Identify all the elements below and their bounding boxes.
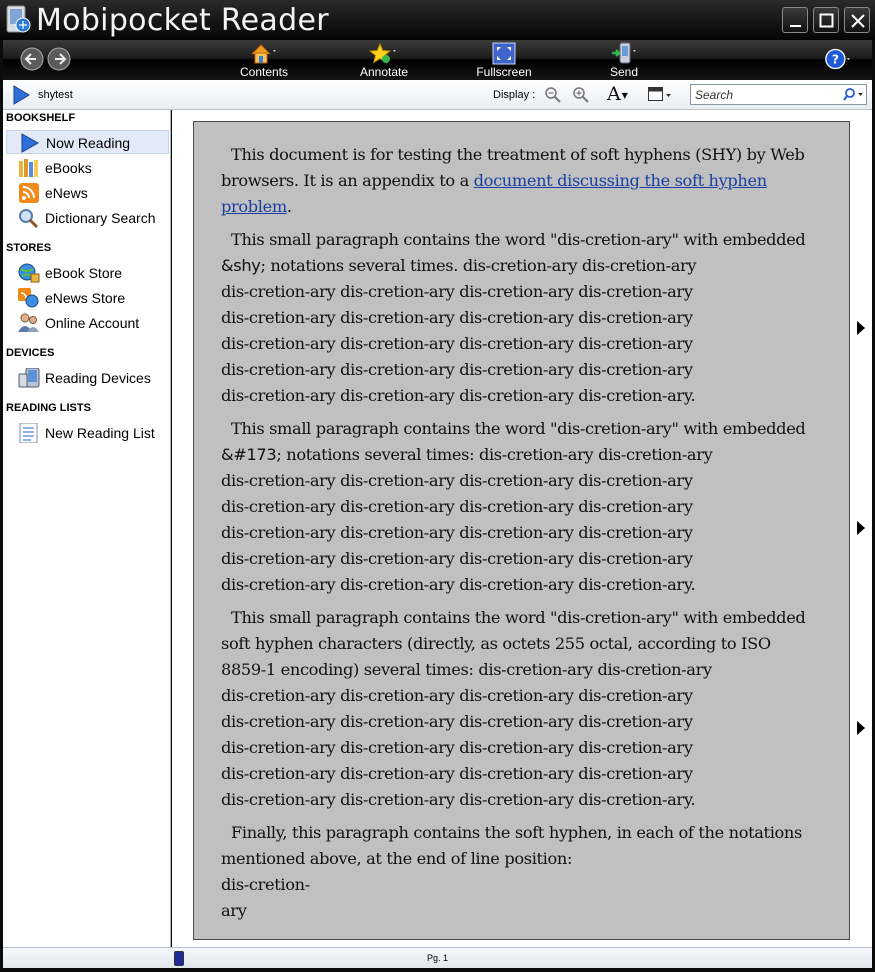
title-bar: Mobipocket Reader: [0, 0, 875, 40]
minimize-button[interactable]: [782, 7, 808, 33]
minimize-icon: [790, 25, 801, 27]
mobipocket-logo-icon: [6, 5, 31, 33]
close-icon: [851, 14, 865, 28]
chevron-down-icon: ▼: [621, 90, 628, 100]
search-icon[interactable]: [843, 87, 865, 103]
search-input[interactable]: [691, 85, 841, 104]
sidebar-item-ebook-store[interactable]: eBook Store: [17, 261, 168, 285]
fullscreen-button[interactable]: Fullscreen: [459, 40, 549, 80]
send-to-device-icon: [612, 42, 636, 64]
send-button[interactable]: Send: [579, 40, 669, 80]
books-icon: [19, 159, 38, 177]
paragraph-numeric-entity: This small paragraph contains the word "…: [221, 419, 806, 594]
close-button[interactable]: [844, 7, 870, 33]
section-devices: DEVICES: [6, 347, 55, 359]
play-icon: [21, 133, 40, 153]
magnifier-icon: [19, 209, 39, 228]
maximize-icon: [819, 13, 834, 28]
paragraph-shy-entity: This small paragraph contains the word "…: [221, 230, 806, 405]
document-bar: shytest Display : A▼: [3, 80, 872, 110]
search-box: [690, 84, 867, 105]
annotate-button[interactable]: Annotate: [339, 40, 429, 80]
page-content: This document is for testing the treatme…: [221, 142, 831, 931]
rss-icon: [19, 183, 39, 203]
section-stores: STORES: [6, 242, 52, 254]
next-page-arrow-icon[interactable]: [856, 320, 866, 336]
section-bookshelf: BOOKSHELF: [6, 112, 76, 124]
book-page: This document is for testing the treatme…: [193, 121, 850, 940]
status-bar: Pg. 1: [3, 947, 872, 968]
fullscreen-icon: [492, 42, 516, 65]
window-title: Mobipocket Reader: [36, 3, 329, 38]
page-layout-icon[interactable]: [647, 86, 673, 104]
page-number: Pg. 1: [426, 953, 448, 963]
home-icon: [251, 44, 276, 64]
main-toolbar: Contents Annotate Fullscreen Send ?: [3, 40, 872, 80]
next-page-arrow-icon[interactable]: [856, 520, 866, 536]
display-label: Display :: [493, 89, 536, 101]
font-size-button[interactable]: A▼: [607, 83, 628, 105]
reading-list-icon: [19, 423, 38, 443]
sidebar-item-enews-store[interactable]: eNews Store: [17, 286, 168, 310]
paragraph-intro: This document is for testing the treatme…: [221, 145, 805, 216]
help-icon[interactable]: ?: [825, 46, 851, 72]
sidebar-item-ebooks[interactable]: eBooks: [17, 156, 168, 180]
globe-book-icon: [18, 263, 40, 283]
back-forward-buttons[interactable]: [17, 45, 77, 73]
star-icon: [369, 42, 396, 64]
sidebar-item-online-account[interactable]: Online Account: [17, 311, 168, 335]
paragraph-final: Finally, this paragraph contains the sof…: [221, 823, 802, 920]
devices-icon: [18, 368, 40, 388]
play-icon: [13, 85, 30, 105]
sidebar: BOOKSHELF Now Reading eBooks eNews Dicti…: [3, 110, 171, 968]
rss-globe-icon: [18, 288, 39, 308]
sidebar-item-reading-devices[interactable]: Reading Devices: [17, 366, 168, 390]
sidebar-item-enews[interactable]: eNews: [17, 181, 168, 205]
reading-pane: This document is for testing the treatme…: [172, 110, 872, 947]
document-link[interactable]: document discussing the soft hyphen: [474, 171, 767, 190]
sidebar-item-dictionary-search[interactable]: Dictionary Search: [17, 206, 168, 230]
maximize-button[interactable]: [813, 7, 839, 33]
sidebar-item-new-reading-list[interactable]: New Reading List: [17, 421, 168, 445]
zoom-in-icon[interactable]: [572, 86, 590, 104]
zoom-out-icon[interactable]: [544, 86, 562, 104]
section-reading-lists: READING LISTS: [6, 402, 91, 414]
document-link-cont[interactable]: problem: [221, 197, 287, 216]
sidebar-item-now-reading[interactable]: Now Reading: [6, 130, 169, 154]
contents-button[interactable]: Contents: [219, 40, 309, 80]
document-name: shytest: [38, 89, 73, 101]
svg-text:?: ?: [832, 52, 839, 66]
users-icon: [18, 313, 39, 332]
next-page-arrow-icon[interactable]: [856, 720, 866, 736]
paragraph-octets: This small paragraph contains the word "…: [221, 608, 806, 809]
